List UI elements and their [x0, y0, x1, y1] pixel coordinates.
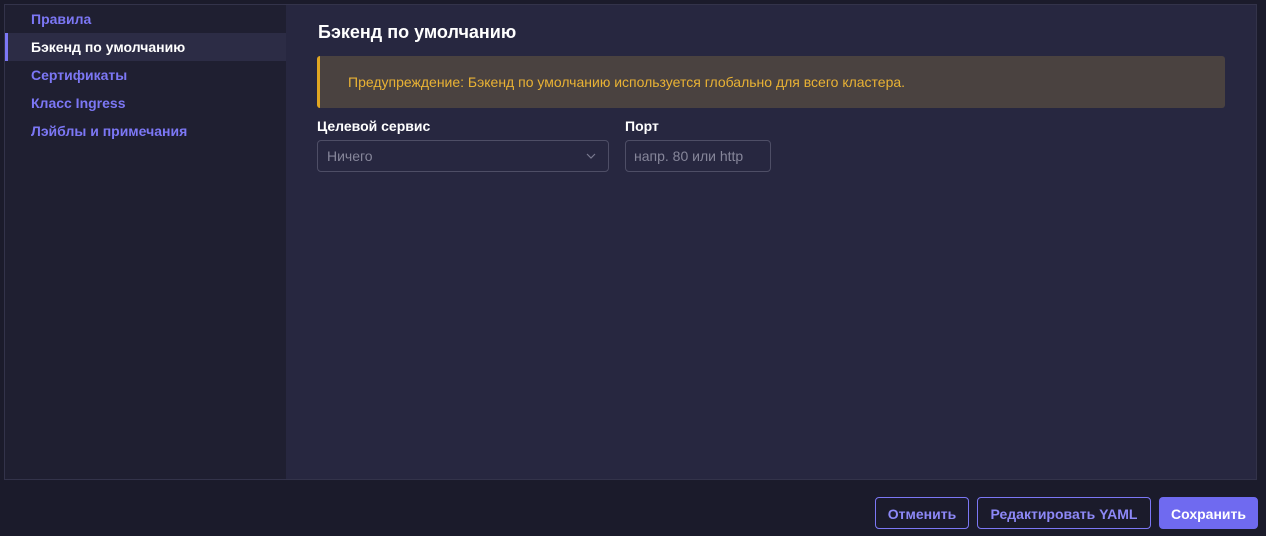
save-button[interactable]: Сохранить: [1159, 497, 1258, 529]
ingress-edit-panel: Правила Бэкенд по умолчанию Сертификаты …: [4, 4, 1257, 480]
port-input[interactable]: [625, 140, 771, 172]
sidebar-item-default-backend[interactable]: Бэкенд по умолчанию: [5, 33, 286, 61]
sidebar-item-label: Сертификаты: [31, 67, 128, 83]
sidebar-item-labels-annotations[interactable]: Лэйблы и примечания: [5, 117, 286, 145]
cancel-button[interactable]: Отменить: [875, 497, 969, 529]
sidebar-item-ingress-class[interactable]: Класс Ingress: [5, 89, 286, 117]
chevron-down-icon: [586, 153, 596, 159]
warning-banner: Предупреждение: Бэкенд по умолчанию испо…: [317, 56, 1225, 108]
sidebar-item-rules[interactable]: Правила: [5, 5, 286, 33]
port-label: Порт: [625, 118, 659, 134]
warning-text: Предупреждение: Бэкенд по умолчанию испо…: [348, 74, 906, 90]
edit-yaml-button[interactable]: Редактировать YAML: [977, 497, 1151, 529]
sidebar-item-label: Лэйблы и примечания: [31, 123, 188, 139]
sidebar-item-certificates[interactable]: Сертификаты: [5, 61, 286, 89]
page-title: Бэкенд по умолчанию: [318, 22, 517, 42]
sidebar-item-label: Правила: [31, 11, 92, 27]
main-content: Бэкенд по умолчанию Предупреждение: Бэке…: [286, 5, 1256, 479]
target-service-select[interactable]: Ничего: [317, 140, 609, 172]
sidebar-item-label: Бэкенд по умолчанию: [31, 39, 186, 55]
target-service-value: Ничего: [327, 148, 373, 164]
target-service-label: Целевой сервис: [317, 118, 431, 134]
sidebar: Правила Бэкенд по умолчанию Сертификаты …: [5, 5, 286, 479]
sidebar-item-label: Класс Ingress: [31, 95, 126, 111]
